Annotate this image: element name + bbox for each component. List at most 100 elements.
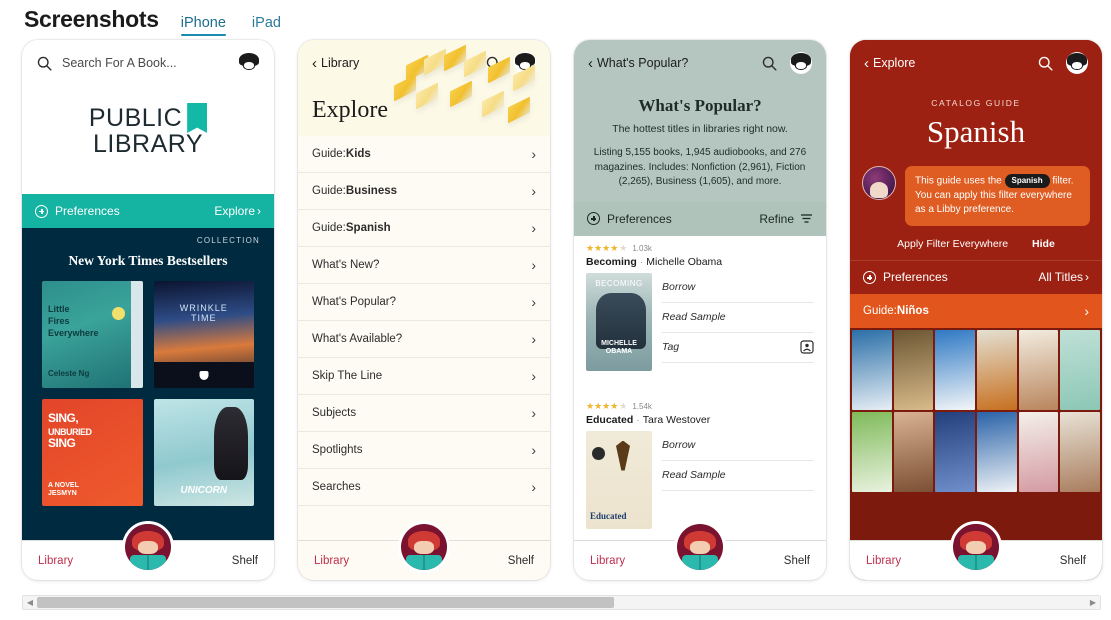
rating-count: 1.54k (632, 401, 652, 411)
book-actions[interactable]: Borrow Read Sample Tag (662, 273, 814, 393)
nav-shelf[interactable]: Shelf (1060, 555, 1086, 567)
list-item[interactable]: Guide: Spanish › (298, 210, 550, 247)
book-result[interactable]: ★★★★ ★ 1.54k Educated · Tara Westover Educ… (586, 401, 814, 529)
book-cover[interactable] (852, 411, 892, 492)
explore-hero: ‹ Library Explore (298, 40, 550, 136)
read-sample-action[interactable]: Read Sample (662, 461, 814, 491)
nav-shelf[interactable]: Shelf (784, 555, 810, 567)
book-cover[interactable]: SING, UNBURIED SING A NOVEL JESMYN (42, 399, 143, 506)
back-button-explore[interactable]: ‹ Explore (864, 56, 915, 71)
tip-card: This guide uses the Spanish filter. You … (862, 166, 1090, 226)
avatar[interactable] (674, 521, 726, 573)
shot4-preferences-bar[interactable]: Preferences All Titles › (850, 259, 1102, 294)
book-cover[interactable] (935, 411, 975, 492)
book-cover[interactable]: Little Fires Everywhere Celeste Ng (42, 281, 143, 388)
tag-action[interactable]: Tag (662, 333, 814, 363)
book-result[interactable]: ★★★★ ★ 1.03k Becoming · Michelle Obama BEC… (586, 243, 814, 393)
book-cover[interactable] (935, 329, 975, 410)
book-cover[interactable] (893, 329, 934, 410)
explore-link-label[interactable]: Explore (214, 204, 255, 218)
list-item[interactable]: Guide: Business › (298, 173, 550, 210)
scroll-right-arrow-icon[interactable]: ▶ (1086, 598, 1100, 607)
explore-list[interactable]: Guide: Kids › Guide: Business › Guide: Spa… (298, 136, 550, 540)
list-item[interactable]: What's Popular? › (298, 284, 550, 321)
avatar[interactable] (950, 521, 1002, 573)
book-cover[interactable]: BECOMING MICHELLE OBAMA (586, 272, 652, 371)
shot4-bottom-nav[interactable]: Library Shelf (850, 521, 1102, 580)
list-item[interactable]: Skip The Line › (298, 358, 550, 395)
book-cover[interactable] (1018, 329, 1059, 410)
screenshot-4-spanish-guide[interactable]: ‹ Explore CATALOG GUIDE Spanish This gui… (850, 40, 1102, 580)
list-item[interactable]: Subjects › (298, 395, 550, 432)
shot1-bottom-nav[interactable]: Library Shelf (22, 521, 274, 580)
search-input[interactable]: Search For A Book... (36, 55, 238, 72)
book-actions[interactable]: Borrow Read Sample (662, 431, 814, 529)
filter-pill: Spanish (1004, 174, 1050, 188)
book-cover[interactable] (977, 329, 1017, 410)
book-cover[interactable]: UNICORN (153, 399, 254, 506)
horizontal-scrollbar[interactable]: ◀ ▶ (22, 595, 1101, 610)
avatar[interactable] (398, 521, 450, 573)
book-cover[interactable] (893, 411, 934, 492)
list-item[interactable]: Searches › (298, 469, 550, 506)
shot3-preferences-bar[interactable]: Preferences Refine (574, 201, 826, 236)
search-button[interactable] (1037, 55, 1054, 72)
book-cover[interactable] (977, 411, 1017, 492)
avatar-icon[interactable] (238, 52, 260, 74)
borrow-action[interactable]: Borrow (662, 273, 814, 303)
row-label: Searches (312, 481, 361, 493)
book-results-list[interactable]: ★★★★ ★ 1.03k Becoming · Michelle Obama BEC… (574, 235, 826, 540)
book-cover[interactable] (1060, 411, 1100, 492)
screenshot-3-whats-popular[interactable]: ‹ What's Popular? What's Popular? The ho… (574, 40, 826, 580)
nav-library[interactable]: Library (314, 555, 349, 567)
row-label: Subjects (312, 407, 357, 419)
avatar-icon[interactable] (790, 52, 812, 74)
refine-label[interactable]: Refine (759, 212, 794, 226)
spanish-book-grid[interactable] (850, 327, 1102, 540)
nav-library[interactable]: Library (866, 555, 901, 567)
back-label: Explore (873, 56, 916, 70)
tab-iphone[interactable]: iPhone (180, 15, 227, 36)
guide-ninos-row[interactable]: Guide: Niños › (850, 293, 1102, 328)
list-item[interactable]: What's Available? › (298, 321, 550, 358)
borrow-action[interactable]: Borrow (662, 431, 814, 461)
search-button[interactable] (761, 55, 778, 72)
tip-actions[interactable]: Apply Filter Everywhere Hide (850, 238, 1102, 250)
book-cover[interactable] (1018, 411, 1059, 492)
list-item[interactable]: Guide: Kids › (298, 136, 550, 173)
hide-button[interactable]: Hide (1032, 238, 1055, 250)
screenshot-strip[interactable]: Search For A Book... PUBLIC LIBRARY Pref… (0, 34, 1111, 584)
all-titles-label[interactable]: All Titles (1038, 270, 1083, 284)
star-rating: ★★★★ ★ 1.03k (586, 243, 814, 254)
book-cover[interactable] (1060, 329, 1100, 410)
shot2-bottom-nav[interactable]: Library Shelf (298, 521, 550, 580)
nav-shelf[interactable]: Shelf (232, 555, 258, 567)
scrollbar-track[interactable] (37, 596, 1086, 609)
chevron-right-icon: › (1084, 302, 1089, 319)
tab-ipad[interactable]: iPad (252, 15, 281, 35)
list-item[interactable]: What's New? › (298, 247, 550, 284)
scrollbar-thumb[interactable] (37, 597, 614, 608)
screenshot-2-explore[interactable]: ‹ Library Explore Guide: Kids › Guide: B… (298, 40, 550, 580)
avatar[interactable] (122, 521, 174, 573)
book-cover[interactable]: WRINKLE TIME (153, 281, 254, 388)
back-button-whats-popular[interactable]: ‹ What's Popular? (588, 56, 688, 71)
nav-shelf[interactable]: Shelf (508, 555, 534, 567)
tip-bubble: This guide uses the Spanish filter. You … (905, 166, 1090, 226)
shot1-preferences-bar[interactable]: Preferences Explore › (22, 194, 274, 228)
screenshot-1-library-home[interactable]: Search For A Book... PUBLIC LIBRARY Pref… (22, 40, 274, 580)
book-cover[interactable]: Educated (586, 430, 652, 529)
apply-filter-everywhere-button[interactable]: Apply Filter Everywhere (897, 238, 1008, 250)
avatar-icon[interactable] (1066, 52, 1088, 74)
list-item[interactable]: Spotlights › (298, 432, 550, 469)
search-placeholder: Search For A Book... (62, 56, 177, 70)
shot3-bottom-nav[interactable]: Library Shelf (574, 521, 826, 580)
action-label: Tag (662, 341, 680, 353)
scroll-left-arrow-icon[interactable]: ◀ (23, 598, 37, 607)
read-sample-action[interactable]: Read Sample (662, 303, 814, 333)
stars-filled: ★★★★ (586, 400, 619, 411)
nav-library[interactable]: Library (590, 555, 625, 567)
nav-library[interactable]: Library (38, 555, 73, 567)
back-button-library[interactable]: ‹ Library (312, 56, 359, 71)
book-cover[interactable] (852, 329, 892, 410)
